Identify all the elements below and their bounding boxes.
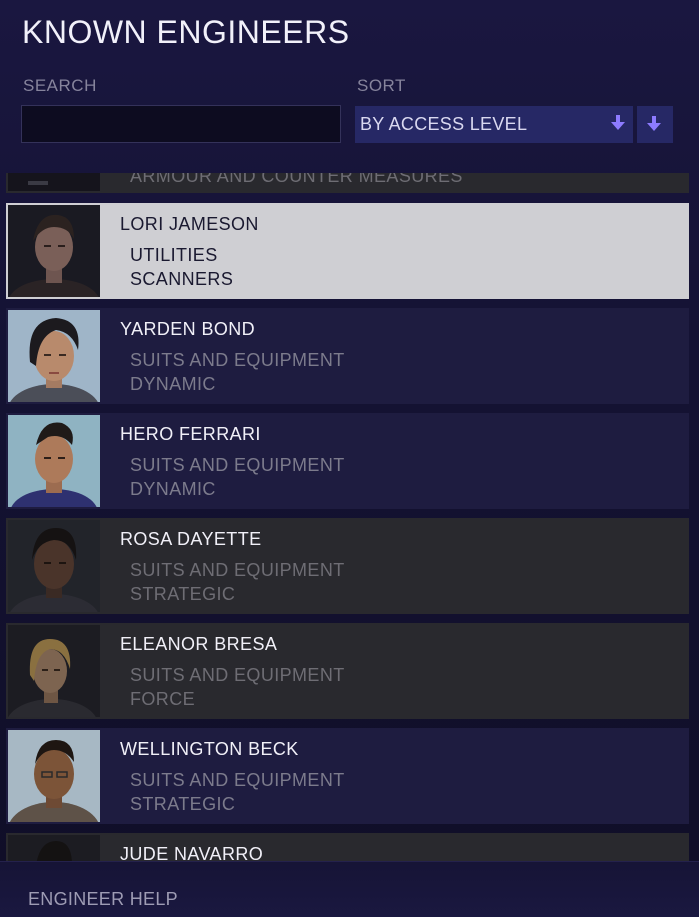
engineer-row[interactable]: ELEANOR BRESA SUITS AND EQUIPMENT FORCE xyxy=(6,623,689,719)
engineer-row[interactable]: JUDE NAVARRO xyxy=(6,833,689,861)
footer-bar: ENGINEER HELP xyxy=(0,861,699,917)
engineer-portrait xyxy=(8,520,100,612)
engineer-specialty: UTILITIES xyxy=(130,245,218,265)
arrow-down-icon xyxy=(611,115,625,136)
engineer-name: HERO FERRARI xyxy=(120,424,261,444)
engineer-row[interactable]: ARMOUR AND COUNTER MEASURES xyxy=(6,173,689,193)
engineer-help-link[interactable]: ENGINEER HELP xyxy=(28,889,178,910)
engineer-specialty: SUITS AND EQUIPMENT xyxy=(130,350,345,370)
engineer-name: ROSA DAYETTE xyxy=(120,529,262,549)
engineer-portrait xyxy=(8,173,100,191)
engineer-portrait xyxy=(8,205,100,297)
engineer-subtype: SCANNERS xyxy=(130,269,234,289)
engineer-subtype: DYNAMIC xyxy=(130,374,216,394)
engineer-name: JUDE NAVARRO xyxy=(120,844,264,861)
engineer-portrait xyxy=(8,730,100,822)
engineer-name: YARDEN BOND xyxy=(120,319,256,339)
engineer-specialty: SUITS AND EQUIPMENT xyxy=(130,560,345,580)
engineer-name: LORI JAMESON xyxy=(120,214,259,234)
sort-select[interactable]: BY ACCESS LEVEL xyxy=(355,106,633,143)
engineer-specialty: ARMOUR AND COUNTER MEASURES xyxy=(130,173,463,186)
known-engineers-panel: KNOWN ENGINEERS SEARCH SORT BY ACCESS LE… xyxy=(0,0,699,917)
engineer-row[interactable]: HERO FERRARI SUITS AND EQUIPMENT DYNAMIC xyxy=(6,413,689,509)
engineer-specialty: SUITS AND EQUIPMENT xyxy=(130,665,345,685)
sort-selected-value: BY ACCESS LEVEL xyxy=(360,114,528,134)
engineer-subtype: STRATEGIC xyxy=(130,794,236,814)
engineer-portrait xyxy=(8,835,100,861)
engineer-portrait xyxy=(8,625,100,717)
panel-title: KNOWN ENGINEERS xyxy=(22,14,350,50)
engineer-row[interactable]: WELLINGTON BECK SUITS AND EQUIPMENT STRA… xyxy=(6,728,689,824)
engineer-name: ELEANOR BRESA xyxy=(120,634,278,654)
arrow-down-icon xyxy=(647,116,661,137)
engineer-name: WELLINGTON BECK xyxy=(120,739,299,759)
engineer-portrait xyxy=(8,310,100,402)
engineer-subtype: FORCE xyxy=(130,689,195,709)
engineer-row-selected[interactable]: LORI JAMESON UTILITIES SCANNERS xyxy=(6,203,689,299)
search-label: SEARCH xyxy=(23,76,97,95)
sort-direction-button[interactable] xyxy=(637,106,673,143)
engineer-row[interactable]: ROSA DAYETTE SUITS AND EQUIPMENT STRATEG… xyxy=(6,518,689,614)
engineer-specialty: SUITS AND EQUIPMENT xyxy=(130,455,345,475)
engineer-list[interactable]: ARMOUR AND COUNTER MEASURES LORI JAMESON… xyxy=(0,173,699,861)
engineer-subtype: STRATEGIC xyxy=(130,584,236,604)
sort-label: SORT xyxy=(357,76,406,95)
engineer-row[interactable]: YARDEN BOND SUITS AND EQUIPMENT DYNAMIC xyxy=(6,308,689,404)
engineer-portrait xyxy=(8,415,100,507)
search-input[interactable] xyxy=(21,105,341,143)
engineer-specialty: SUITS AND EQUIPMENT xyxy=(130,770,345,790)
engineer-subtype: DYNAMIC xyxy=(130,479,216,499)
